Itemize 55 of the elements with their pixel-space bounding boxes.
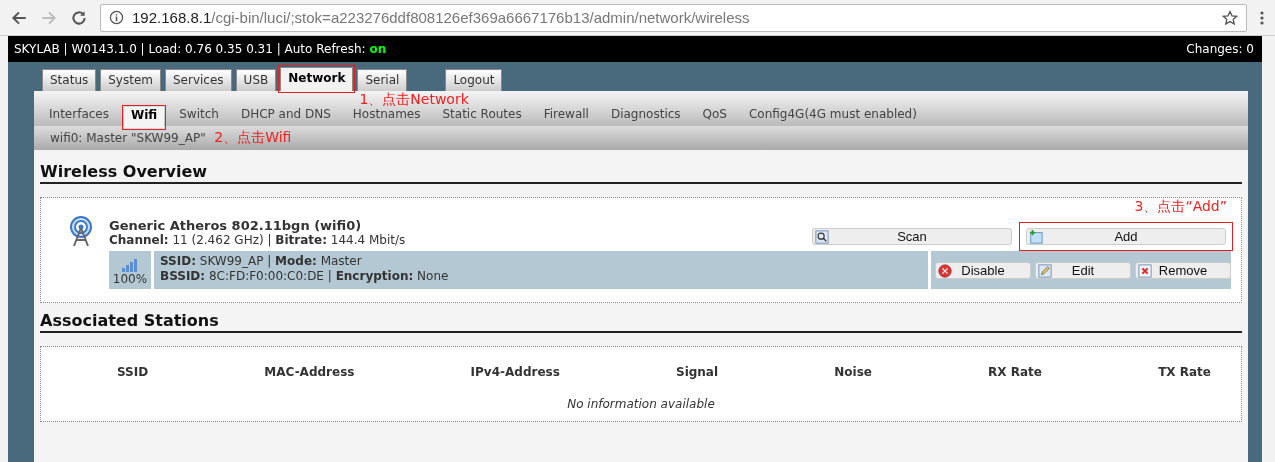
- submenu-tab[interactable]: DHCP and DNS: [233, 106, 338, 126]
- device-name: Generic Atheros 802.11bgn (wifi0): [109, 218, 363, 233]
- action-button[interactable]: Edit: [1035, 261, 1131, 279]
- section-title: Associated Stations: [40, 311, 1242, 333]
- changes-count[interactable]: Changes: 0: [1186, 42, 1254, 56]
- submenu-tab[interactable]: Interfaces: [42, 106, 116, 126]
- menu-icon[interactable]: [1259, 9, 1265, 26]
- annotation-text: 1、点击Network: [359, 92, 469, 106]
- column-header: MAC-Address: [264, 365, 355, 379]
- action-button[interactable]: Remove: [1135, 261, 1231, 279]
- reload-icon[interactable]: [70, 8, 88, 27]
- action-button[interactable]: Add: [1026, 228, 1226, 245]
- submenu-tab[interactable]: Diagnostics: [603, 106, 688, 126]
- action-button[interactable]: Scan: [812, 228, 1012, 245]
- annotation-text: 3、点击“Add”: [1134, 198, 1227, 214]
- submenu-tab[interactable]: Static Routes: [435, 106, 529, 126]
- menu-tab[interactable]: System: [100, 69, 161, 91]
- network-info: SSID: SKW99_AP | Mode: Master: [160, 254, 363, 269]
- network-info: BSSID: 8C:FD:F0:00:C0:DE | Encryption: None: [160, 269, 450, 284]
- add-icon: [1029, 230, 1043, 244]
- search-icon: [815, 230, 829, 244]
- column-header: Noise: [834, 365, 872, 379]
- menu-tab[interactable]: Status: [42, 69, 97, 91]
- empty-message: No information available: [567, 397, 715, 411]
- breadcrumb[interactable]: wifi0: Master "SKW99_AP": [50, 131, 206, 145]
- submenu-tab[interactable]: Firewall: [536, 106, 596, 126]
- menu-tab[interactable]: Serial: [357, 69, 408, 91]
- submenu-tab[interactable]: Config4G(4G must enabled): [742, 106, 924, 126]
- url-text: 192.168.8.1/cgi-bin/luci/;stok=a223276ddf808126ef369a6667176b13/admin/network/wireless: [132, 9, 751, 26]
- status-info: SKYLAB | W0143.1.0 | Load: 0.76 0.35 0.31 | Auto Refresh: on: [14, 42, 387, 56]
- star-icon[interactable]: [1222, 9, 1238, 26]
- menu-tab[interactable]: Logout: [445, 69, 503, 91]
- menu-tab[interactable]: Services: [165, 69, 232, 91]
- submenu-tab[interactable]: Switch: [172, 106, 226, 126]
- menu-tab[interactable]: USB: [235, 69, 277, 91]
- column-header: Signal: [676, 365, 719, 379]
- info-icon[interactable]: [109, 10, 124, 25]
- stop-icon: [938, 263, 952, 278]
- submenu-tab[interactable]: Wifi: [124, 107, 165, 128]
- submenu-tab[interactable]: Hostnames: [345, 106, 428, 126]
- action-button[interactable]: Disable: [935, 261, 1031, 279]
- address-bar[interactable]: 192.168.8.1/cgi-bin/luci/;stok=a223276ddf808126ef369a6667176b13/admin/network/wireless: [100, 3, 1247, 32]
- submenu-tab[interactable]: QoS: [695, 106, 734, 126]
- column-header: SSID: [117, 365, 149, 379]
- remove-icon: [1138, 263, 1152, 278]
- column-header: IPv4-Address: [470, 365, 560, 379]
- column-header: RX Rate: [988, 365, 1042, 379]
- device-details: Channel: 11 (2.462 GHz) | Bitrate: 144.4 Mbit/s: [109, 233, 407, 247]
- annotation-text: 2、点击Wifi: [214, 129, 292, 145]
- menu-tab[interactable]: Network: [280, 67, 354, 91]
- signal-percent: 100%: [112, 272, 148, 286]
- signal-icon: [121, 258, 139, 272]
- section-title: Wireless Overview: [40, 162, 1242, 184]
- edit-icon: [1038, 263, 1052, 278]
- column-header: TX Rate: [1158, 365, 1211, 379]
